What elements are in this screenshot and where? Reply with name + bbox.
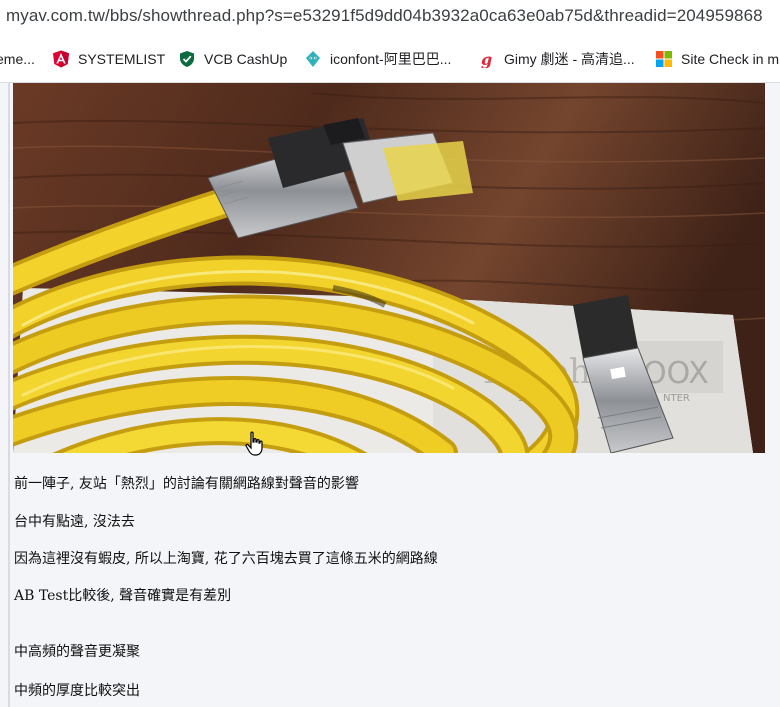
- hand-cursor-icon: [245, 431, 263, 456]
- bookmark-item[interactable]: eme...: [0, 49, 35, 69]
- bookmark-gimy[interactable]: g Gimy 劇迷 - 高清追...: [478, 49, 635, 69]
- bookmark-label: SYSTEMLIST: [78, 51, 166, 67]
- bookmarks-bar: eme... SYSTEMLIST VCB CashUp iconfont-阿里…: [0, 36, 780, 83]
- bookmark-label: iconfont-阿里巴巴...: [330, 51, 452, 67]
- url-text[interactable]: myav.com.tw/bbs/showthread.php?s=e53291f…: [6, 6, 763, 26]
- angular-icon: [53, 50, 69, 68]
- bookmark-label: Gimy 劇迷 - 高清追...: [504, 51, 635, 67]
- bookmark-vcb-cashup[interactable]: VCB CashUp: [178, 49, 287, 69]
- address-bar[interactable]: myav.com.tw/bbs/showthread.php?s=e53291f…: [0, 0, 780, 36]
- iconfont-icon: [306, 51, 320, 67]
- post-line: 台中有點遠, 沒法去: [14, 514, 135, 530]
- svg-text:g: g: [481, 50, 492, 68]
- post-line: 前一陣子, 友站「熱烈」的討論有關網路線對聲音的影響: [14, 476, 359, 492]
- bookmark-label: eme...: [0, 51, 35, 67]
- post-line: 中高頻的聲音更凝聚: [14, 644, 140, 660]
- network-cable-photo: Esuphase OOX STEREO NTER: [13, 83, 765, 453]
- post-line: AB Test比較後, 聲音確實是有差別: [14, 588, 232, 604]
- bookmark-iconfont[interactable]: iconfont-阿里巴巴...: [304, 49, 451, 69]
- post-photo[interactable]: Esuphase OOX STEREO NTER: [13, 83, 765, 453]
- bookmark-systemlist[interactable]: SYSTEMLIST: [52, 49, 165, 69]
- bookmark-site-check[interactable]: Site Check in m: [655, 49, 779, 69]
- bookmark-label: VCB CashUp: [204, 51, 288, 67]
- shield-check-icon: [180, 51, 194, 67]
- post-line: 中頻的厚度比較突出: [14, 683, 140, 699]
- windows-icon: [656, 51, 672, 67]
- post-line: 因為這裡沒有蝦皮, 所以上淘寶, 花了六百塊去買了這條五米的網路線: [14, 551, 438, 567]
- post-border: [8, 83, 10, 707]
- gimy-icon: g: [481, 50, 492, 68]
- bookmark-label: Site Check in m: [681, 51, 780, 67]
- box-sub-text-2: NTER: [663, 393, 690, 404]
- forum-post-area: Esuphase OOX STEREO NTER 前一陣子, 友站「熱烈」的討論…: [0, 83, 780, 707]
